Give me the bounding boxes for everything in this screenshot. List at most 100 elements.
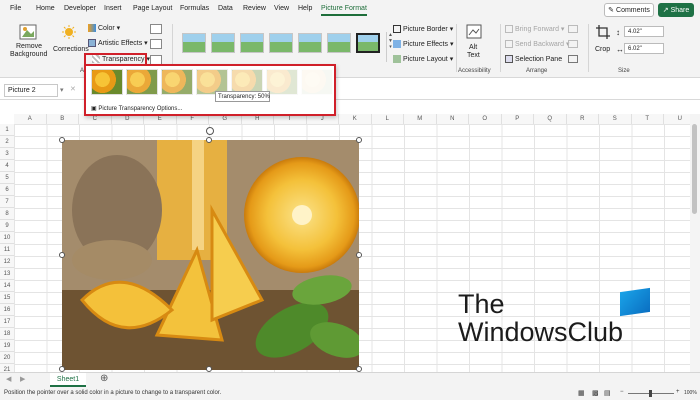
picture-style-7[interactable] xyxy=(356,33,380,53)
tab-picture-format[interactable]: Picture Format xyxy=(321,5,367,16)
tab-file[interactable]: File xyxy=(10,5,21,12)
column-header[interactable]: Q xyxy=(534,114,567,124)
transparency-button[interactable]: Transparency ▾ xyxy=(92,55,150,64)
column-header[interactable]: S xyxy=(599,114,632,124)
rotate-button[interactable] xyxy=(568,55,578,63)
send-backward-button[interactable]: Send Backward ▾ xyxy=(505,40,570,49)
zoom-slider-thumb[interactable] xyxy=(649,390,652,397)
picture-style-2[interactable] xyxy=(211,33,235,53)
orange-picture[interactable] xyxy=(62,140,359,370)
align-button[interactable] xyxy=(568,25,578,33)
row-header[interactable]: 14 xyxy=(0,280,14,292)
resize-handle-top-right[interactable] xyxy=(356,137,362,143)
tab-help[interactable]: Help xyxy=(298,5,312,12)
row-header[interactable]: 12 xyxy=(0,256,14,268)
color-button[interactable]: Color ▾ xyxy=(88,24,120,33)
tab-home[interactable]: Home xyxy=(36,5,55,12)
tab-page-layout[interactable]: Page Layout xyxy=(133,5,172,12)
transparency-preset-swatch[interactable] xyxy=(91,69,123,95)
tab-data[interactable]: Data xyxy=(218,5,233,12)
change-picture-button[interactable] xyxy=(150,39,162,49)
sheet-nav-prev-icon[interactable]: ◀ xyxy=(6,375,11,383)
group-button[interactable] xyxy=(568,40,578,48)
row-header[interactable]: 17 xyxy=(0,316,14,328)
column-header[interactable]: T xyxy=(631,114,664,124)
transparency-preset-swatch[interactable] xyxy=(301,69,333,95)
tab-view[interactable]: View xyxy=(274,5,289,12)
row-header[interactable]: 9 xyxy=(0,220,14,232)
sheet-tab-sheet1[interactable]: Sheet1 xyxy=(50,373,86,387)
resize-handle-right[interactable] xyxy=(356,252,362,258)
selection-pane-button[interactable]: Selection Pane xyxy=(505,55,562,63)
share-button[interactable]: ↗ Share xyxy=(658,3,694,17)
page-break-view-icon[interactable]: ▤ xyxy=(604,389,611,397)
cancel-icon[interactable]: ✕ xyxy=(70,85,76,93)
tab-formulas[interactable]: Formulas xyxy=(180,5,209,12)
row-header[interactable]: 5 xyxy=(0,172,14,184)
column-header[interactable]: B xyxy=(46,114,79,124)
shape-height-input[interactable]: 4.02" xyxy=(624,26,664,37)
row-header[interactable]: 13 xyxy=(0,268,14,280)
row-header[interactable]: 18 xyxy=(0,328,14,340)
picture-effects-button[interactable]: Picture Effects ▾ xyxy=(393,40,453,49)
corrections-button[interactable]: Corrections xyxy=(52,24,89,64)
transparency-preset-swatch[interactable] xyxy=(161,69,193,95)
compress-pictures-button[interactable] xyxy=(150,24,162,34)
row-header[interactable]: 3 xyxy=(0,148,14,160)
row-header[interactable]: 15 xyxy=(0,292,14,304)
vertical-scrollbar[interactable] xyxy=(690,114,700,372)
row-header[interactable]: 19 xyxy=(0,340,14,352)
zoom-out-icon[interactable]: − xyxy=(620,389,624,395)
row-header[interactable]: 4 xyxy=(0,160,14,172)
name-box[interactable]: Picture 2 xyxy=(4,84,58,97)
tab-review[interactable]: Review xyxy=(243,5,266,12)
column-header[interactable]: M xyxy=(404,114,437,124)
bring-forward-button[interactable]: Bring Forward ▾ xyxy=(505,25,564,34)
shape-width-input[interactable]: 6.02" xyxy=(624,43,664,54)
column-header[interactable]: N xyxy=(436,114,469,124)
column-header[interactable]: A xyxy=(14,114,47,124)
row-header[interactable]: 11 xyxy=(0,244,14,256)
name-box-dropdown-icon[interactable]: ▾ xyxy=(60,86,64,94)
crop-button[interactable]: Crop xyxy=(592,24,614,64)
transparency-preset-swatch[interactable] xyxy=(266,69,298,95)
remove-background-button[interactable]: Remove Background xyxy=(8,24,48,64)
column-header[interactable]: O xyxy=(469,114,502,124)
picture-transparency-options-item[interactable]: ▣ Picture Transparency Options... xyxy=(91,105,182,112)
column-header[interactable]: K xyxy=(339,114,372,124)
row-header[interactable]: 1 xyxy=(0,124,14,136)
picture-border-button[interactable]: Picture Border ▾ xyxy=(393,25,453,34)
picture-layout-button[interactable]: Picture Layout ▾ xyxy=(393,55,453,64)
add-sheet-icon[interactable]: ⊕ xyxy=(100,373,108,384)
normal-view-icon[interactable]: ▦ xyxy=(578,389,585,397)
sheet-nav-next-icon[interactable]: ▶ xyxy=(20,375,25,383)
picture-style-5[interactable] xyxy=(298,33,322,53)
column-header[interactable]: P xyxy=(501,114,534,124)
column-header[interactable]: R xyxy=(566,114,599,124)
row-header[interactable]: 16 xyxy=(0,304,14,316)
picture-style-1[interactable] xyxy=(182,33,206,53)
resize-handle-left[interactable] xyxy=(59,252,65,258)
resize-handle-top[interactable] xyxy=(206,137,212,143)
artistic-effects-button[interactable]: Artistic Effects ▾ xyxy=(88,39,148,48)
zoom-in-icon[interactable]: + xyxy=(676,389,680,395)
row-header[interactable]: 10 xyxy=(0,232,14,244)
row-header[interactable]: 8 xyxy=(0,208,14,220)
page-layout-view-icon[interactable]: ▩ xyxy=(592,389,599,397)
alt-text-button[interactable]: Alt Text xyxy=(460,24,488,64)
row-header[interactable]: 20 xyxy=(0,352,14,364)
row-header[interactable]: 2 xyxy=(0,136,14,148)
vertical-scroll-thumb[interactable] xyxy=(692,124,697,214)
rotation-handle[interactable] xyxy=(206,127,214,135)
picture-style-4[interactable] xyxy=(269,33,293,53)
picture-style-6[interactable] xyxy=(327,33,351,53)
tab-developer[interactable]: Developer xyxy=(64,5,96,12)
row-header[interactable]: 6 xyxy=(0,184,14,196)
picture-style-3[interactable] xyxy=(240,33,264,53)
column-header[interactable]: L xyxy=(371,114,404,124)
comments-button[interactable]: ✎ Comments xyxy=(604,3,654,17)
tab-insert[interactable]: Insert xyxy=(104,5,122,12)
resize-handle-top-left[interactable] xyxy=(59,137,65,143)
row-header[interactable]: 7 xyxy=(0,196,14,208)
zoom-level[interactable]: 100% xyxy=(684,390,697,396)
